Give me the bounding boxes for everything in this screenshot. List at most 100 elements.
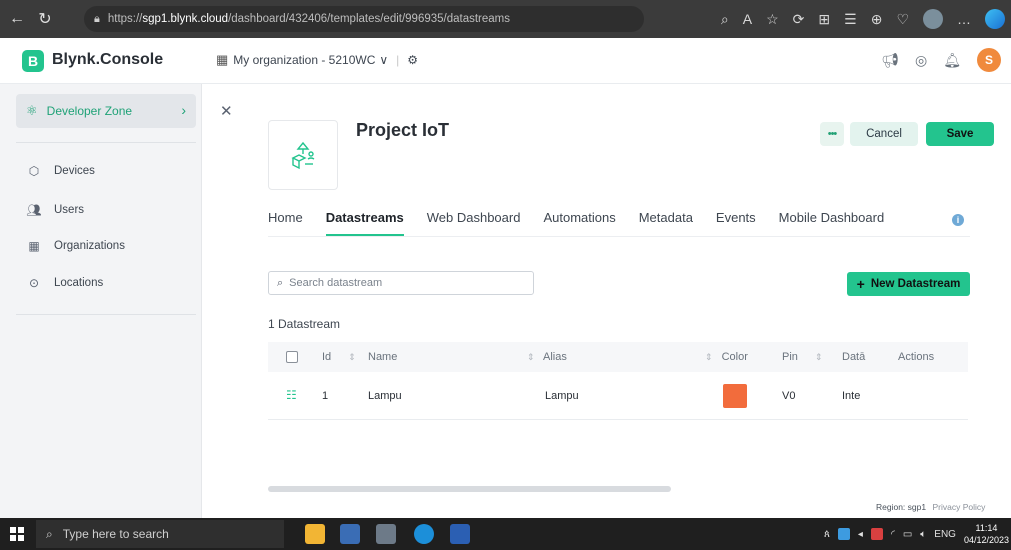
tab-events[interactable]: Events	[716, 210, 756, 236]
sidebar-item-locations[interactable]: ⊙ Locations	[26, 276, 103, 290]
more-options-button[interactable]: •••	[820, 122, 844, 146]
search-field[interactable]: ⌕	[268, 271, 534, 295]
favorites-icon[interactable]: ☰	[844, 11, 857, 28]
lock-icon: 🔒︎	[94, 12, 100, 25]
more-menu-icon[interactable]: …	[957, 11, 971, 27]
new-datastream-button[interactable]: + New Datastream	[847, 272, 970, 296]
sidebar-item-users[interactable]: 👥︎ Users	[26, 203, 84, 217]
tabs-divider	[268, 236, 970, 237]
chevron-down-icon: ∨	[379, 53, 389, 67]
datastream-count: 1 Datastream	[268, 317, 341, 331]
battery-icon[interactable]: ▭	[903, 529, 912, 540]
people-icon[interactable]: ጰ	[824, 529, 830, 540]
windows-start-icon[interactable]	[10, 527, 24, 541]
sort-icon[interactable]: ⇕	[527, 352, 535, 362]
calculator-icon[interactable]	[376, 524, 396, 544]
select-all-checkbox[interactable]	[286, 351, 298, 363]
read-aloud-icon[interactable]: A	[743, 11, 752, 27]
taskbar: ⌕ Type here to search ጰ ◂ ◜ ▭ 🔈︎ ENG 11:…	[0, 518, 1011, 550]
app-name[interactable]: Blynk.Console	[52, 51, 163, 69]
org-selector[interactable]: ▦ My organization - 5210WC ∨ | ⚙︎	[216, 52, 418, 68]
chevron-right-icon: ›	[181, 102, 186, 118]
cell-pin: V0	[782, 390, 796, 402]
cell-name[interactable]: Lampu	[368, 390, 402, 402]
close-icon[interactable]: ✕	[220, 102, 233, 120]
extensions-icon[interactable]: ⟳	[793, 11, 805, 28]
copilot-icon[interactable]	[985, 9, 1005, 29]
tab-automations[interactable]: Automations	[543, 210, 615, 236]
bell-icon[interactable]: 🔔︎	[943, 52, 961, 69]
privacy-policy-link[interactable]: Privacy Policy	[932, 502, 985, 512]
clock-time: 11:14	[975, 523, 998, 533]
template-editor: ✕ Project IoT ••• Cancel Save Home Datas…	[202, 84, 1011, 518]
word-icon[interactable]	[450, 524, 470, 544]
column-header-color[interactable]: ⇕ Color	[705, 351, 748, 363]
wifi-icon[interactable]: ◜	[891, 529, 895, 540]
divider: |	[396, 53, 400, 67]
antivirus-icon[interactable]	[870, 528, 883, 540]
table-row[interactable]: ☷ 1 Lampu Lampu V0 Inte	[268, 372, 968, 420]
project-image[interactable]	[268, 120, 338, 190]
taskbar-search-placeholder: Type here to search	[62, 527, 169, 541]
taskbar-search[interactable]: ⌕ Type here to search	[36, 520, 284, 548]
column-header-label: Color	[721, 351, 748, 363]
megaphone-icon[interactable]: 📢︎	[881, 52, 899, 69]
language-indicator[interactable]: ENG	[934, 529, 956, 540]
region-label: Region: sgp1	[876, 502, 927, 512]
tab-mobile-dashboard[interactable]: Mobile Dashboard	[779, 210, 885, 236]
template-icon	[291, 141, 315, 170]
tab-home[interactable]: Home	[268, 210, 303, 236]
tab-web-dashboard[interactable]: Web Dashboard	[427, 210, 521, 236]
tab-datastreams[interactable]: Datastreams	[325, 210, 404, 236]
search-icon: ⌕	[277, 276, 284, 289]
sidebar-item-developer-zone[interactable]: ⚛︎ Developer Zone ›	[16, 94, 196, 128]
back-arrow-icon[interactable]: ←	[6, 8, 28, 30]
edge-icon[interactable]	[414, 524, 434, 544]
plus-icon: +	[856, 276, 865, 292]
info-icon[interactable]: i	[952, 214, 964, 226]
blynk-logo-icon[interactable]: B	[22, 50, 44, 72]
gear-icon[interactable]: ⚙︎	[407, 53, 418, 67]
column-header-data-type[interactable]: Datā	[842, 351, 865, 363]
zoom-icon[interactable]: ⌕	[721, 11, 729, 28]
chevron-left-icon[interactable]: ◂	[858, 529, 863, 540]
cube-icon: ⬡	[28, 164, 40, 178]
collections-icon[interactable]: ⊕	[871, 11, 883, 28]
column-header-pin[interactable]: Pin ⇕	[782, 351, 823, 363]
heart-icon[interactable]: ♡	[896, 11, 909, 28]
color-swatch	[723, 384, 747, 408]
column-header-name[interactable]: Name	[368, 351, 397, 363]
sidebar-item-label: Devices	[54, 165, 95, 177]
save-button[interactable]: Save	[926, 122, 994, 146]
tray-app-icon[interactable]	[837, 528, 850, 540]
horizontal-scrollbar[interactable]	[268, 486, 671, 492]
split-screen-icon[interactable]: ⊞	[818, 11, 830, 28]
browser-profile-avatar[interactable]	[923, 9, 943, 29]
column-header-alias[interactable]: ⇕ Alias	[527, 351, 567, 363]
cell-id: 1	[322, 390, 329, 402]
clock[interactable]: 11:14 04/12/2023	[964, 522, 1009, 546]
sort-icon[interactable]: ⇕	[815, 352, 823, 362]
app-icon[interactable]	[340, 524, 360, 544]
column-header-id[interactable]: Id ⇕	[322, 351, 356, 363]
browser-actions: ⌕ A ☆ ⟳ ⊞ ☰ ⊕ ♡ …	[721, 7, 1005, 31]
avatar[interactable]: S	[977, 48, 1001, 72]
tab-metadata[interactable]: Metadata	[639, 210, 693, 236]
screen: ← ↻ 🔒︎ https:// sgp1.blynk.cloud /dashbo…	[0, 0, 1011, 550]
favorite-star-icon[interactable]: ☆	[766, 11, 779, 28]
cancel-button[interactable]: Cancel	[850, 122, 918, 146]
sidebar-item-devices[interactable]: ⬡ Devices	[26, 164, 95, 178]
help-icon[interactable]: ◎	[915, 52, 927, 69]
volume-icon[interactable]: 🔈︎	[920, 529, 926, 540]
sidebar-item-organizations[interactable]: ▦ Organizations	[26, 239, 125, 253]
address-bar[interactable]: 🔒︎ https:// sgp1.blynk.cloud /dashboard/…	[84, 6, 644, 32]
sidebar: ⚛︎ Developer Zone › ⬡ Devices 👥︎ Users ▦…	[0, 84, 202, 518]
sort-icon[interactable]: ⇕	[348, 352, 356, 362]
page-title[interactable]: Project IoT	[356, 120, 449, 141]
file-explorer-icon[interactable]	[305, 524, 325, 544]
datastream-type-icon: ☷	[286, 388, 297, 402]
refresh-icon[interactable]: ↻	[34, 8, 56, 30]
sort-icon[interactable]: ⇕	[705, 352, 713, 362]
search-input[interactable]	[289, 277, 520, 289]
building-icon: ▦	[216, 52, 229, 67]
